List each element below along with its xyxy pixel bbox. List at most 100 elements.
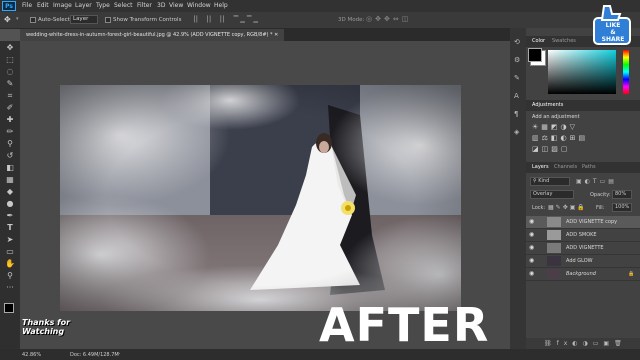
chevron-down-icon[interactable]: ▾ [16, 16, 19, 22]
brush-presets-icon[interactable]: ✎ [514, 74, 520, 82]
eraser-tool-icon[interactable]: ◧ [4, 163, 16, 173]
menu-image[interactable]: Image [53, 2, 72, 9]
layer-thumbnail [547, 230, 561, 240]
opacity-input[interactable]: 80% [612, 190, 632, 199]
marquee-tool-icon[interactable]: ⬚ [4, 55, 16, 65]
tab-channels[interactable]: Channels [554, 164, 577, 170]
menu-edit[interactable]: Edit [37, 2, 49, 9]
menu-3d[interactable]: 3D [157, 2, 165, 9]
blend-mode-dropdown[interactable]: Overlay [530, 190, 574, 199]
tab-adjustments[interactable]: Adjustments [532, 102, 563, 108]
eyedropper-tool-icon[interactable]: ✐ [4, 103, 16, 113]
zoom-level[interactable]: 42.86% [22, 352, 41, 358]
styles-icon[interactable]: ◈ [514, 128, 519, 136]
fill-input[interactable]: 100% [612, 203, 632, 212]
adjustments-panel-tabs: Adjustments [526, 100, 640, 111]
fill-value: 100% [615, 204, 630, 210]
brush-tool-icon[interactable]: ✏ [4, 127, 16, 137]
menu-help[interactable]: Help [214, 2, 228, 9]
layer-row-vignette-copy[interactable]: ◉ ADD VIGNETTE copy [526, 216, 640, 229]
layer-thumbnail [547, 243, 561, 253]
adjustment-icons-row1[interactable]: ☀▦◩◑▽ [532, 123, 578, 131]
transform-controls-checkbox[interactable] [105, 17, 111, 23]
blur-tool-icon[interactable]: ◆ [4, 187, 16, 197]
menu-view[interactable]: View [169, 2, 183, 9]
options-bar: ✥ ▾ Auto-Select: Layer Show Transform Co… [0, 12, 640, 29]
layer-row-add-smoke[interactable]: ◉ ADD SMOKE [526, 229, 640, 242]
chevron-right-icon[interactable]: › [118, 351, 120, 357]
path-select-icon[interactable]: ➤ [4, 235, 16, 245]
history-icon[interactable]: ⟲ [514, 38, 520, 46]
crop-tool-icon[interactable]: ⌗ [4, 91, 16, 101]
align-icons[interactable]: ▕▏▕▏▕▏ ▔▁▔▁ [190, 16, 260, 23]
color-picker-field[interactable] [548, 50, 616, 94]
tab-paths[interactable]: Paths [582, 164, 596, 170]
more-tools-icon[interactable]: ··· [4, 283, 16, 293]
visibility-eye-icon[interactable]: ◉ [529, 245, 535, 251]
layers-footer-icons[interactable]: ⛓fx◐◑▭▣🗑 [526, 338, 640, 349]
menu-type[interactable]: Type [96, 2, 110, 9]
layer-filter-icons[interactable]: ▣◐T▭▤ [576, 178, 617, 185]
document-tab-title: wedding-white-dress-in-autumn-forest-gir… [26, 32, 273, 38]
layer-row-add-vignette[interactable]: ◉ ADD VIGNETTE [526, 242, 640, 255]
lock-icons[interactable]: ▦✎✥▣🔒 [548, 204, 587, 211]
menu-window[interactable]: Window [187, 2, 211, 9]
paragraph-icon[interactable]: ¶ [514, 110, 518, 118]
foreground-color-swatch[interactable] [4, 303, 14, 313]
tab-color[interactable]: Color [532, 38, 545, 44]
dodge-tool-icon[interactable]: ● [4, 199, 16, 209]
right-panels: Color Swatches Adjustments Add an adjust… [526, 28, 640, 349]
document-image[interactable] [60, 85, 461, 311]
layer-filter-dropdown[interactable]: ⚲ Kind [530, 177, 570, 186]
like-share-badge: LIKE & SHARE [590, 2, 634, 46]
adjustments-subtitle: Add an adjustment [532, 114, 580, 120]
shape-tool-icon[interactable]: ▭ [4, 247, 16, 257]
visibility-eye-icon[interactable]: ◉ [529, 271, 535, 277]
menu-bar: Ps File Edit Image Layer Type Select Fil… [0, 0, 640, 12]
badge-line2: & SHARE [601, 29, 625, 43]
tab-layers[interactable]: Layers [532, 164, 549, 170]
auto-select-checkbox[interactable] [30, 17, 36, 23]
close-icon[interactable]: ✕ [274, 32, 278, 38]
lock-icon: 🔒 [628, 271, 635, 277]
foreground-color-chip[interactable] [528, 48, 542, 62]
menu-file[interactable]: File [22, 2, 32, 9]
layer-thumbnail [547, 256, 561, 266]
hand-tool-icon[interactable]: ✋ [4, 259, 16, 269]
visibility-eye-icon[interactable]: ◉ [529, 258, 535, 264]
blend-mode-value: Overlay [533, 191, 553, 197]
document-tab[interactable]: wedding-white-dress-in-autumn-forest-gir… [20, 29, 285, 41]
pen-tool-icon[interactable]: ✒ [4, 211, 16, 221]
fill-label: Fill: [596, 205, 605, 211]
panel-icon-strip: ⟲ ⚙ ✎ A ¶ ◈ [510, 28, 526, 349]
adjustment-icons-row3[interactable]: ◪◫▨▢ [532, 145, 570, 153]
layer-row-background[interactable]: ◉ Background 🔒 [526, 268, 640, 281]
lock-label: Lock: [532, 205, 546, 211]
adjustment-icons-row2[interactable]: ▥⚖◧◐⊞▤ [532, 134, 588, 142]
menu-filter[interactable]: Filter [137, 2, 152, 9]
quick-select-tool-icon[interactable]: ✎ [4, 79, 16, 89]
gradient-tool-icon[interactable]: ▦ [4, 175, 16, 185]
tab-swatches[interactable]: Swatches [552, 38, 576, 44]
auto-select-dropdown[interactable]: Layer [70, 15, 98, 24]
properties-icon[interactable]: ⚙ [514, 56, 520, 64]
menu-select[interactable]: Select [114, 2, 133, 9]
zoom-tool-icon[interactable]: ⚲ [4, 271, 16, 281]
layer-name: Background [566, 271, 596, 277]
3d-mode-icons[interactable]: ◎✥✥⇔◫ [366, 15, 411, 23]
type-tool-icon[interactable]: T [4, 223, 16, 233]
visibility-eye-icon[interactable]: ◉ [529, 219, 535, 225]
status-bar: 42.86% Doc: 6.49M/128.7M › [0, 349, 640, 360]
visibility-eye-icon[interactable]: ◉ [529, 232, 535, 238]
layer-row-add-glow[interactable]: ◉ Add GLOW [526, 255, 640, 268]
healing-brush-icon[interactable]: ✚ [4, 115, 16, 125]
clone-stamp-icon[interactable]: ⚲ [4, 139, 16, 149]
move-tool-icon[interactable]: ✥ [4, 15, 11, 24]
hue-slider[interactable] [623, 50, 629, 94]
menu-layer[interactable]: Layer [75, 2, 92, 9]
character-icon[interactable]: A [514, 92, 519, 100]
history-brush-icon[interactable]: ↺ [4, 151, 16, 161]
lasso-tool-icon[interactable]: ◌ [4, 67, 16, 77]
badge-text: LIKE & SHARE [598, 22, 628, 43]
move-tool-icon[interactable]: ✥ [4, 43, 16, 53]
